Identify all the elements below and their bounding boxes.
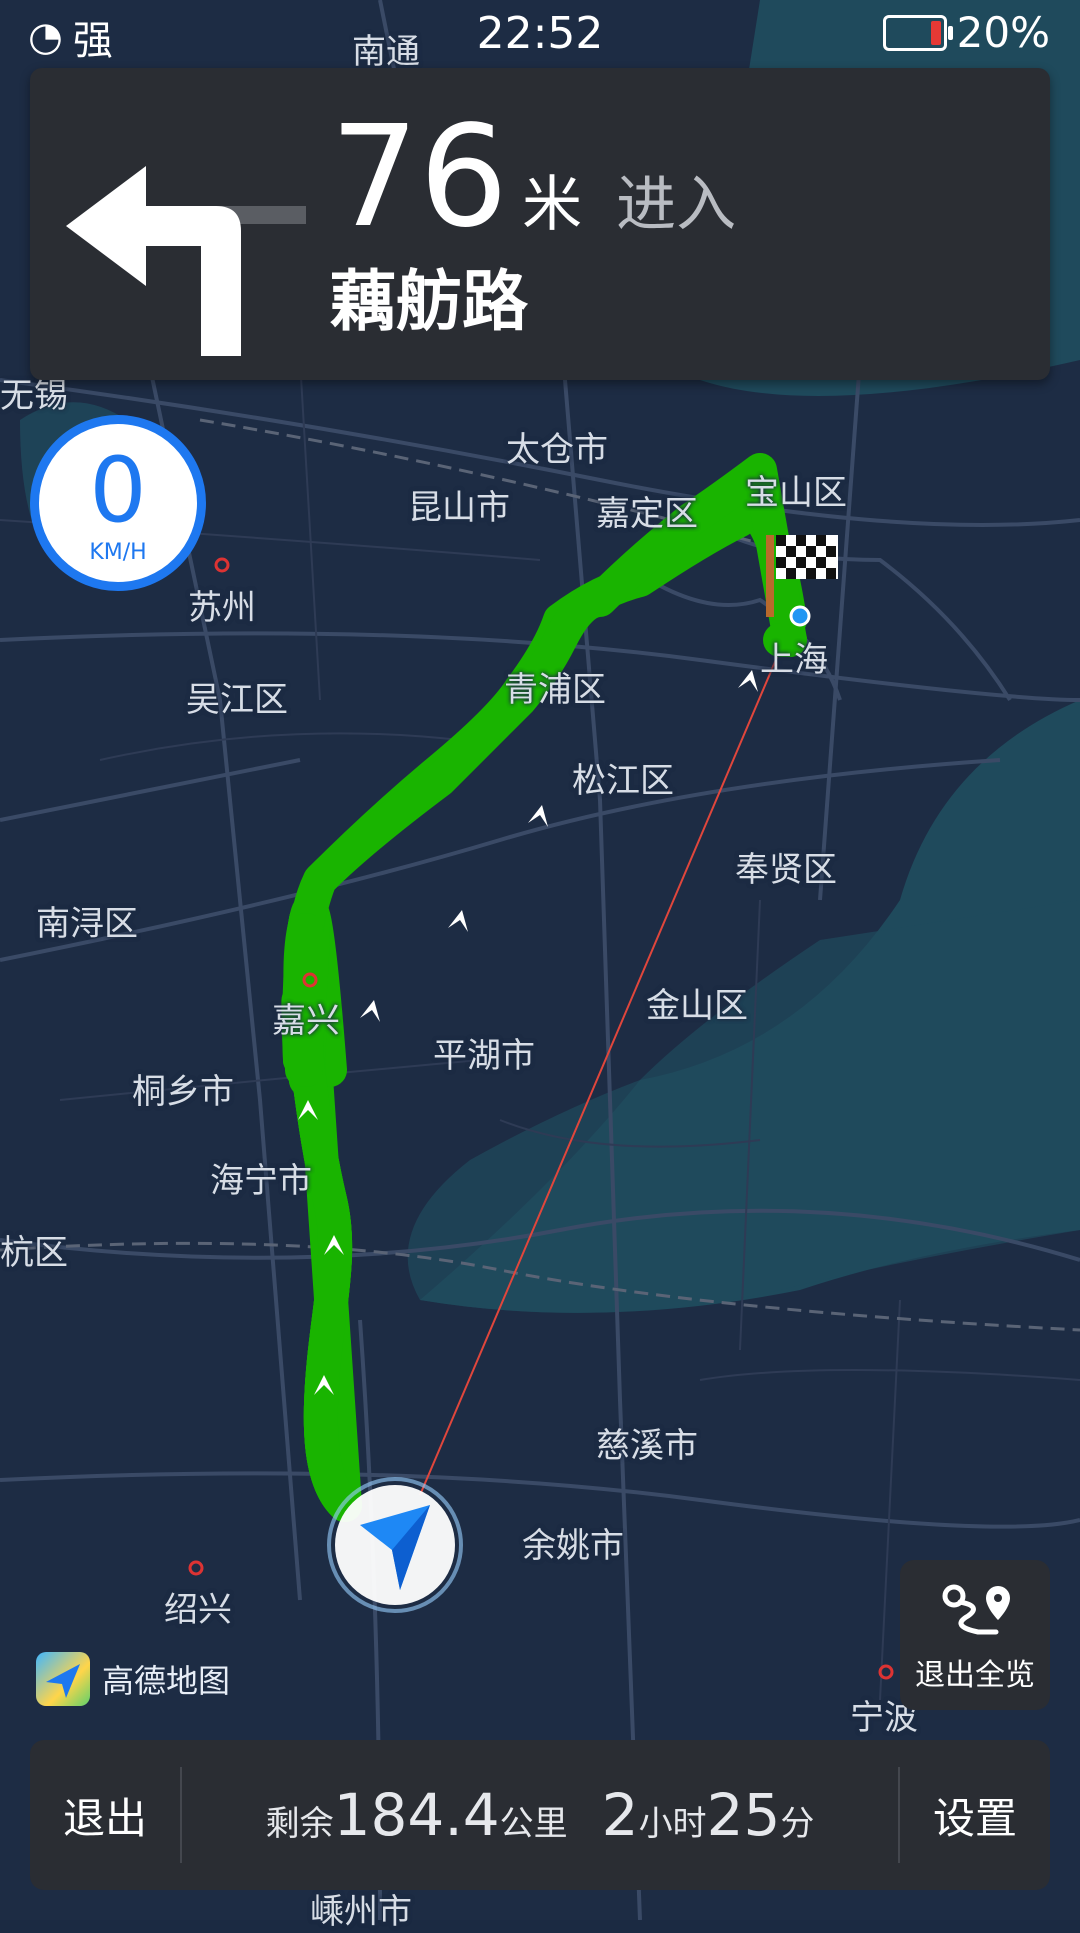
- map-label-jinshan: 金山区: [646, 986, 748, 1026]
- speed-unit: KM/H: [89, 540, 147, 565]
- speed-indicator: 0 KM/H: [30, 415, 206, 591]
- distance-to-turn: 76 米 进入: [330, 108, 736, 248]
- route-overview-icon: [900, 1582, 1050, 1644]
- battery-icon: [882, 14, 953, 51]
- next-road-name: 藕舫路: [330, 263, 528, 340]
- map-label-shanghai: 上海: [760, 640, 828, 680]
- remaining-minutes: 25: [706, 1781, 781, 1849]
- map-label-qingpu: 青浦区: [504, 670, 606, 710]
- map-label-tongxiang: 桐乡市: [132, 1072, 234, 1112]
- navigation-bottom-bar: 退出 剩余184.4公里 2小时25分 设置: [30, 1740, 1050, 1890]
- minutes-unit: 分: [780, 1804, 815, 1844]
- distance-unit: 米: [522, 170, 583, 240]
- map-label-wujiang: 吴江区: [186, 680, 288, 720]
- map-label-kunshan: 昆山市: [408, 488, 510, 528]
- current-location-icon: [327, 1477, 463, 1613]
- map-label-baoshan: 宝山区: [745, 473, 847, 513]
- map-label-songjiang: 松江区: [572, 761, 674, 801]
- map-label-yuyao: 余姚市: [522, 1526, 624, 1566]
- turn-guidance-panel: 76 米 进入 藕舫路: [30, 68, 1050, 380]
- map-label-suzhou: 苏州: [188, 588, 256, 628]
- exit-navigation-button[interactable]: 退出: [30, 1785, 180, 1846]
- map-label-shengzhou: 嵊州市: [310, 1892, 412, 1932]
- battery-percent: 20%: [956, 8, 1050, 57]
- amap-logo-icon: [36, 1652, 90, 1706]
- status-bar: ◔ 强 22:52 20%: [0, 0, 1080, 66]
- exit-overview-label: 退出全览: [915, 1658, 1035, 1693]
- map-label-taicang: 太仓市: [506, 430, 608, 470]
- brand-name: 高德地图: [102, 1662, 231, 1700]
- hours-unit: 小时: [638, 1804, 707, 1844]
- turn-left-icon: [66, 166, 306, 356]
- settings-button[interactable]: 设置: [900, 1785, 1050, 1846]
- battery: 20%: [882, 8, 1050, 57]
- map-label-haining: 海宁市: [210, 1161, 312, 1201]
- map-label-cixi: 慈溪市: [596, 1426, 698, 1466]
- map-label-shaoxing: 绍兴: [164, 1590, 232, 1630]
- map-label-jiading: 嘉定区: [596, 494, 698, 534]
- distance-value: 76: [330, 96, 509, 259]
- map-label-jiaxing: 嘉兴: [272, 1001, 340, 1041]
- remaining-distance: 184.4: [333, 1781, 500, 1849]
- map-label-fengxian: 奉贤区: [735, 850, 837, 890]
- remaining-hours: 2: [601, 1781, 639, 1849]
- amap-logo: 高德地图: [36, 1652, 230, 1706]
- remaining-label: 剩余: [265, 1804, 334, 1844]
- exit-overview-button[interactable]: 退出全览: [900, 1560, 1050, 1710]
- map-label-hangqu: 杭区: [0, 1233, 68, 1273]
- distance-unit-label: 公里: [499, 1804, 568, 1844]
- trip-remaining-info: 剩余184.4公里 2小时25分: [182, 1781, 898, 1849]
- map-label-nanxun: 南浔区: [36, 904, 138, 944]
- map-label-pinghu: 平湖市: [433, 1036, 535, 1076]
- speed-value: 0: [89, 438, 147, 543]
- turn-action: 进入: [616, 170, 737, 240]
